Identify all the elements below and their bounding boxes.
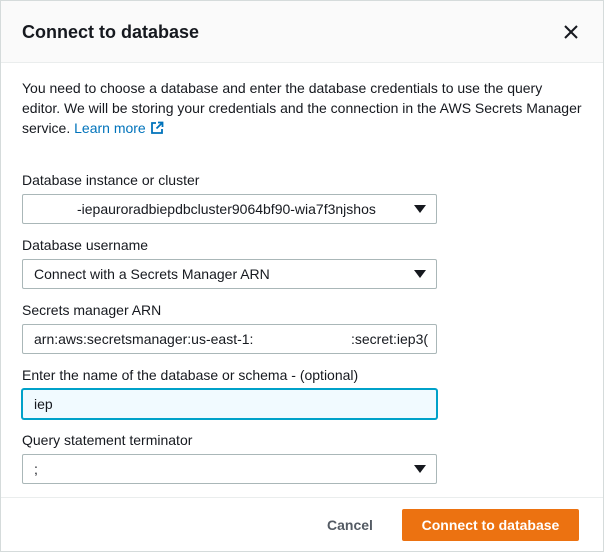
- connect-to-database-button[interactable]: Connect to database: [402, 509, 579, 541]
- caret-down-icon: [414, 205, 426, 213]
- dialog-header: Connect to database: [1, 1, 603, 63]
- schema-input[interactable]: iep: [22, 389, 437, 419]
- close-button[interactable]: [559, 20, 583, 44]
- arn-value-prefix: arn:aws:secretsmanager:us-east-1:: [34, 331, 254, 347]
- username-select[interactable]: Connect with a Secrets Manager ARN: [22, 259, 437, 289]
- caret-down-icon: [414, 465, 426, 473]
- dialog-title: Connect to database: [22, 22, 200, 42]
- terminator-label: Query statement terminator: [22, 432, 193, 448]
- schema-value: iep: [34, 396, 53, 412]
- caret-down-icon: [414, 270, 426, 278]
- instance-value: -iepauroradbiepdbcluster9064bf90-wia7f3n…: [77, 201, 376, 217]
- arn-input[interactable]: arn:aws:secretsmanager:us-east-1: :secre…: [22, 324, 437, 354]
- terminator-value: ;: [34, 461, 38, 477]
- external-link-icon: [150, 121, 164, 134]
- arn-value-suffix: :secret:iep3(: [351, 331, 429, 347]
- instance-label: Database instance or cluster: [22, 172, 200, 188]
- cancel-button[interactable]: Cancel: [311, 509, 389, 541]
- username-value: Connect with a Secrets Manager ARN: [34, 266, 270, 282]
- username-label: Database username: [22, 237, 149, 253]
- close-icon: [564, 25, 578, 39]
- schema-label: Enter the name of the database or schema…: [22, 367, 359, 383]
- dialog-description: You need to choose a database and enter …: [22, 78, 582, 138]
- learn-more-link[interactable]: Learn more: [74, 120, 164, 136]
- footer-divider: [1, 497, 603, 498]
- arn-label: Secrets manager ARN: [22, 302, 162, 318]
- terminator-select[interactable]: ;: [22, 454, 437, 484]
- connect-to-database-dialog: Connect to database You need to choose a…: [0, 0, 604, 552]
- instance-select[interactable]: -iepauroradbiepdbcluster9064bf90-wia7f3n…: [22, 194, 437, 224]
